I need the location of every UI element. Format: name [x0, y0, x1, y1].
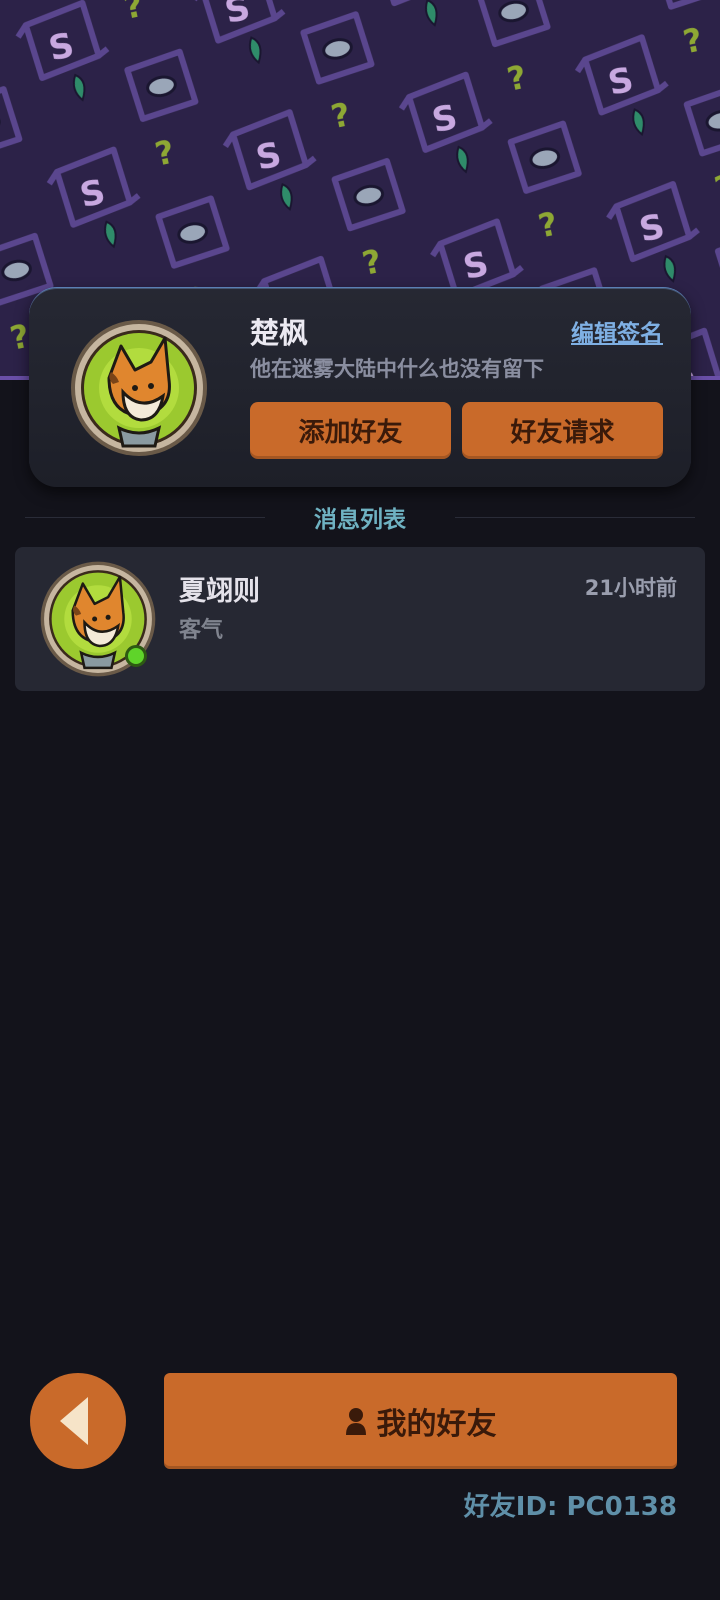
friend-id-label: 好友ID: PC0138	[463, 1492, 677, 1522]
add-friend-button[interactable]: 添加好友	[250, 402, 451, 459]
contact-name: 夏翊则	[179, 576, 260, 607]
friend-request-button[interactable]: 好友请求	[462, 402, 663, 459]
profile-signature: 他在迷雾大陆中什么也没有留下	[250, 357, 544, 381]
edit-signature-link[interactable]: 编辑签名	[571, 314, 663, 348]
profile-name: 楚枫	[250, 316, 309, 350]
section-divider-right	[455, 517, 695, 518]
message-list-item[interactable]: 夏翊则 21小时前 客气	[15, 547, 705, 691]
message-preview: 客气	[179, 618, 224, 643]
chevron-left-icon	[60, 1397, 88, 1445]
message-time: 21小时前	[584, 576, 677, 600]
online-status-icon	[125, 645, 147, 667]
fox-avatar-icon	[71, 320, 207, 456]
my-friends-button[interactable]: 我的好友	[164, 1373, 677, 1469]
my-friends-label: 我的好友	[376, 1407, 497, 1442]
back-button[interactable]	[30, 1373, 126, 1469]
person-icon	[345, 1408, 366, 1435]
profile-avatar[interactable]	[69, 318, 209, 458]
profile-card: 楚枫 编辑签名 他在迷雾大陆中什么也没有留下 添加好友 好友请求	[29, 287, 691, 487]
